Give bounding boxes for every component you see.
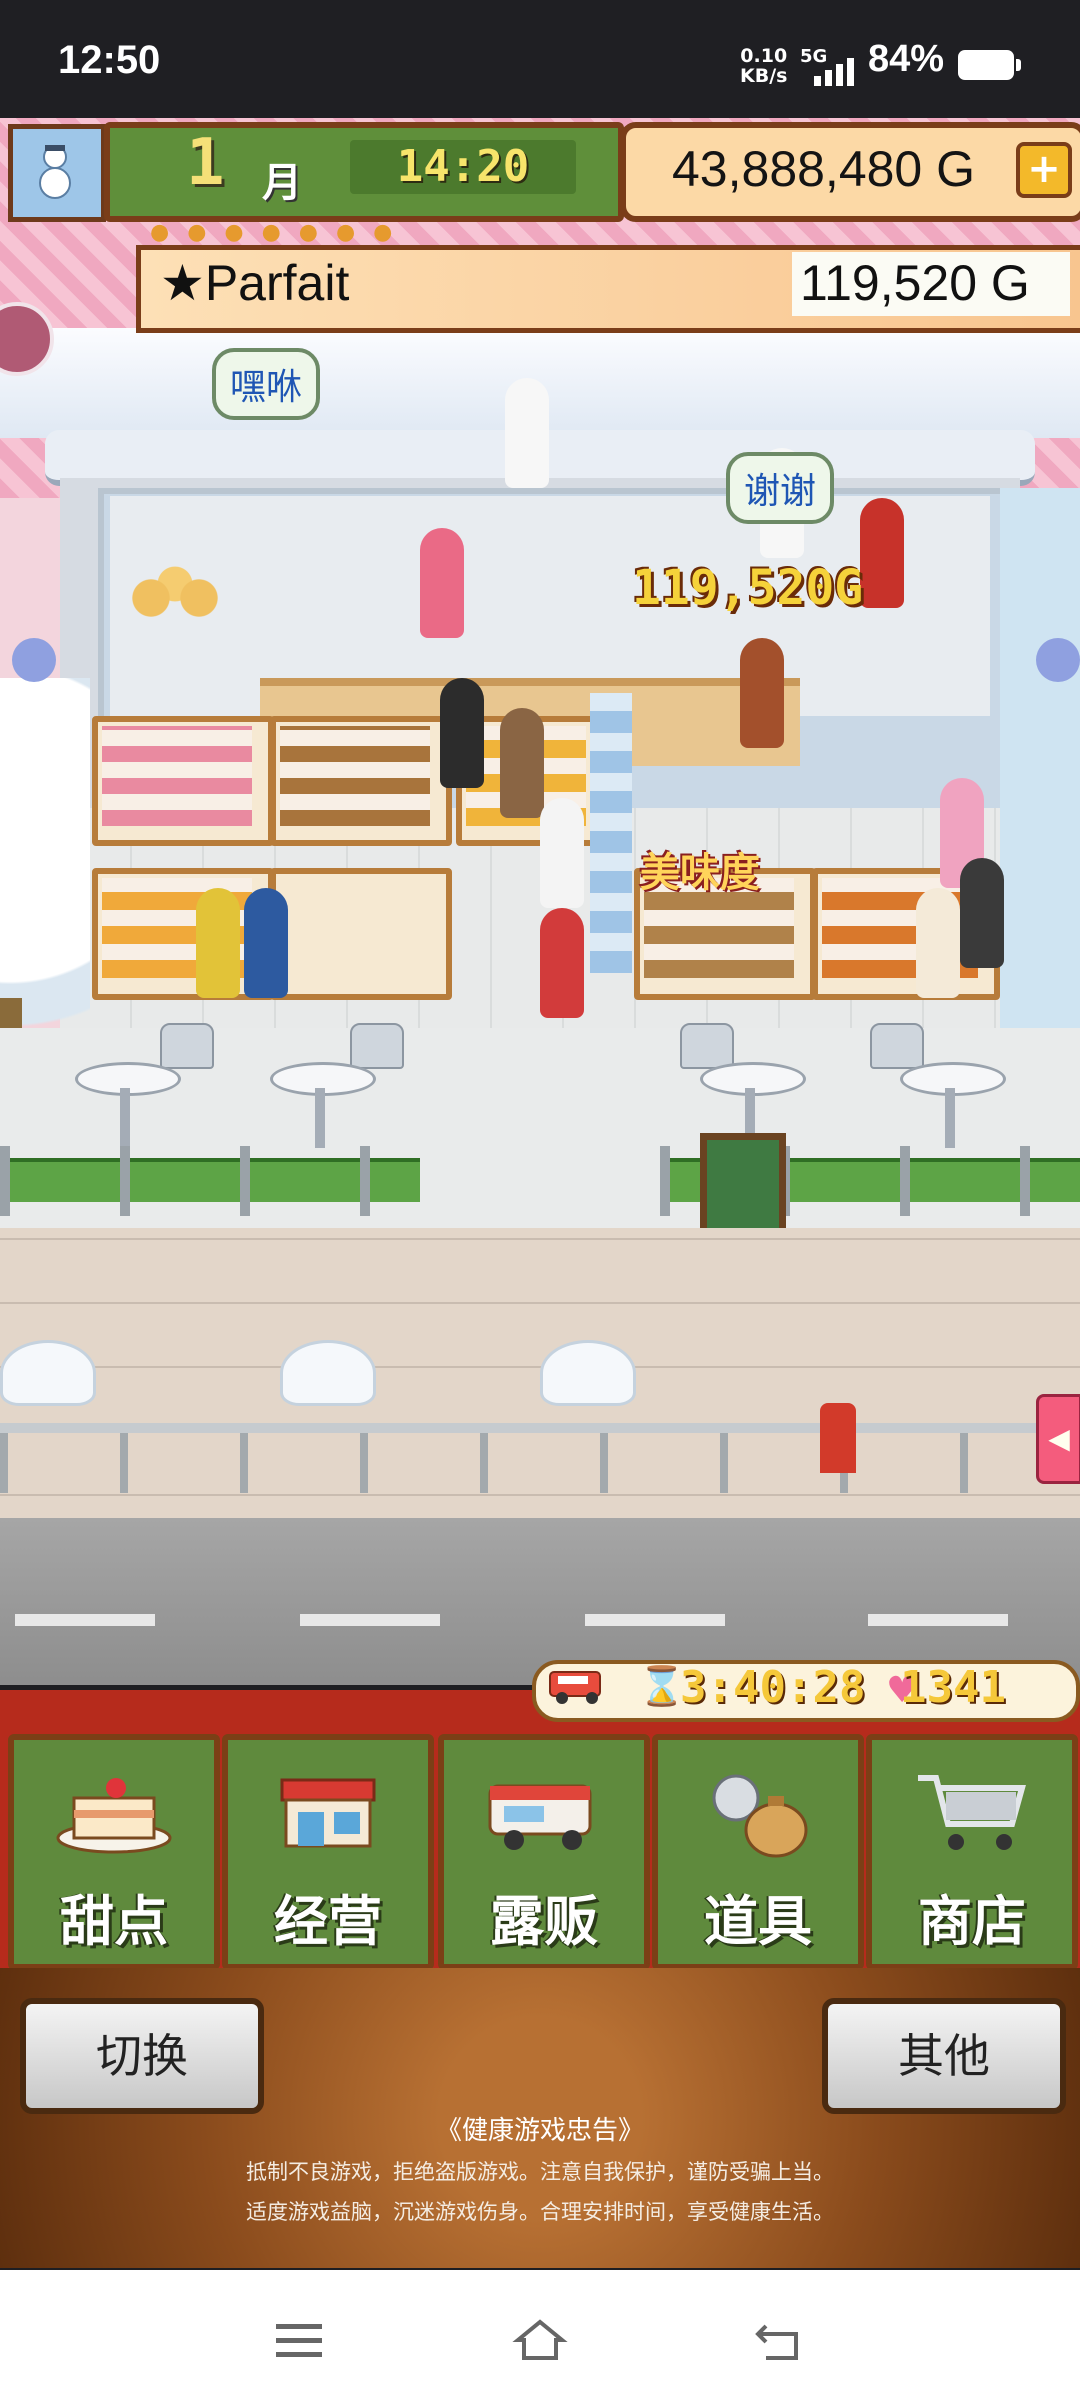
fire-hydrant xyxy=(820,1403,856,1473)
game-scene[interactable]: ◀ xyxy=(0,118,1080,1685)
customer-character[interactable] xyxy=(440,678,484,788)
snow-bush xyxy=(0,1340,96,1406)
customer-character[interactable] xyxy=(420,528,464,638)
battery-icon xyxy=(958,50,1021,80)
lane-mark xyxy=(15,1614,155,1626)
menu-label: 甜点 xyxy=(60,1890,168,1953)
customer-character[interactable] xyxy=(500,708,544,818)
player-avatar[interactable] xyxy=(8,124,106,222)
lamp-icon xyxy=(1036,638,1080,682)
chair xyxy=(160,1023,214,1069)
switch-button[interactable]: 切换 xyxy=(20,1998,264,2114)
menu-button-items[interactable]: 道具 xyxy=(652,1734,864,1970)
fence xyxy=(0,1146,420,1216)
menu-icon[interactable] xyxy=(272,2318,328,2362)
truck-timer: 3:40:28 xyxy=(680,1662,866,1713)
table-leg xyxy=(315,1088,325,1148)
menu-label: 露贩 xyxy=(490,1890,598,1953)
menu-label: 经营 xyxy=(274,1890,382,1953)
chair xyxy=(350,1023,404,1069)
bread-basket xyxy=(115,563,235,633)
snowman-icon xyxy=(39,145,71,199)
health-notice-line: 适度游戏益脑，沉迷游戏伤身。合理安排时间，享受健康生活。 xyxy=(246,2200,834,2224)
earnings-popup: 119,520G xyxy=(632,560,864,616)
customer-character[interactable] xyxy=(540,908,584,1018)
other-button[interactable]: 其他 xyxy=(822,1998,1066,2114)
net-speed: 0.10 KB/s xyxy=(740,46,787,86)
food-truck-icon xyxy=(488,1784,592,1850)
net-speed-value: 0.10 xyxy=(740,45,788,67)
lane-mark xyxy=(585,1614,725,1626)
lamp-icon xyxy=(12,638,56,682)
table-leg xyxy=(945,1088,955,1148)
speech-bubble: 嘿咻 xyxy=(212,348,321,420)
snow-bush xyxy=(540,1340,636,1406)
month-label: 月 xyxy=(262,160,302,206)
status-time: 12:50 xyxy=(58,38,161,82)
home-icon[interactable] xyxy=(512,2318,568,2362)
health-notice-line: 抵制不良游戏，拒绝盗版游戏。注意自我保护，谨防受骗上当。 xyxy=(246,2160,834,2184)
taste-popup: 美味度 xyxy=(640,850,760,896)
customer-character[interactable] xyxy=(196,888,240,998)
health-notice-title: 《健康游戏忠告》 xyxy=(435,2116,644,2146)
chef-character[interactable] xyxy=(860,498,904,608)
snow-bush xyxy=(280,1340,376,1406)
add-money-button[interactable]: + xyxy=(1016,142,1072,198)
hourglass-icon: ⌛ xyxy=(638,1664,686,1708)
side-panel-arrow[interactable]: ◀ xyxy=(1036,1394,1080,1484)
lane-mark xyxy=(868,1614,1008,1626)
menu-button-store[interactable]: 商店 xyxy=(866,1734,1078,1970)
chef-character[interactable] xyxy=(505,378,549,488)
menu-button-food-truck[interactable]: 露贩 xyxy=(438,1734,650,1970)
shopping-cart-icon xyxy=(918,1775,1026,1850)
shop-name: ★Parfait xyxy=(160,255,350,311)
customer-character[interactable] xyxy=(740,638,784,748)
lane-mark xyxy=(300,1614,440,1626)
menu-label: 商店 xyxy=(918,1890,1026,1953)
cake-shelf xyxy=(102,726,252,826)
menu-button-sweets[interactable]: 甜点 xyxy=(8,1734,220,1970)
table-leg xyxy=(120,1088,130,1148)
side-wall xyxy=(1000,488,1080,1028)
cake-icon xyxy=(56,1778,172,1854)
chair xyxy=(680,1023,734,1069)
item-bag-icon xyxy=(712,1774,808,1858)
chair xyxy=(870,1023,924,1069)
menu-button-management[interactable]: 经营 xyxy=(222,1734,434,1970)
shop-value: 119,520 G xyxy=(800,255,1030,311)
net-speed-unit: KB/s xyxy=(740,65,788,87)
menu-label: 道具 xyxy=(704,1890,812,1953)
heart-count: 1341 xyxy=(900,1662,1006,1713)
food-truck-icon xyxy=(549,1671,601,1704)
customer-character[interactable] xyxy=(540,798,584,908)
customer-character[interactable] xyxy=(244,888,288,998)
customer-character[interactable] xyxy=(960,858,1004,968)
battery-percent: 84% xyxy=(868,38,945,80)
status-bar: 12:50 0.10 KB/s 5G 84% xyxy=(0,0,1080,118)
back-icon[interactable] xyxy=(752,2318,808,2362)
game-clock: 14:20 xyxy=(396,141,530,192)
display-case[interactable] xyxy=(270,868,452,1000)
bread-shelf xyxy=(280,726,430,826)
customer-character[interactable] xyxy=(916,888,960,998)
road-fence xyxy=(0,1423,1080,1493)
cake-stand xyxy=(590,693,632,973)
signal-icon xyxy=(814,58,854,86)
money-amount: 43,888,480 G xyxy=(672,141,976,197)
shop-rank-stars: ●●●●●●● xyxy=(150,220,411,245)
speech-bubble: 谢谢 xyxy=(726,452,835,524)
month-number: 1 xyxy=(186,126,225,200)
shop-icon xyxy=(280,1778,376,1848)
